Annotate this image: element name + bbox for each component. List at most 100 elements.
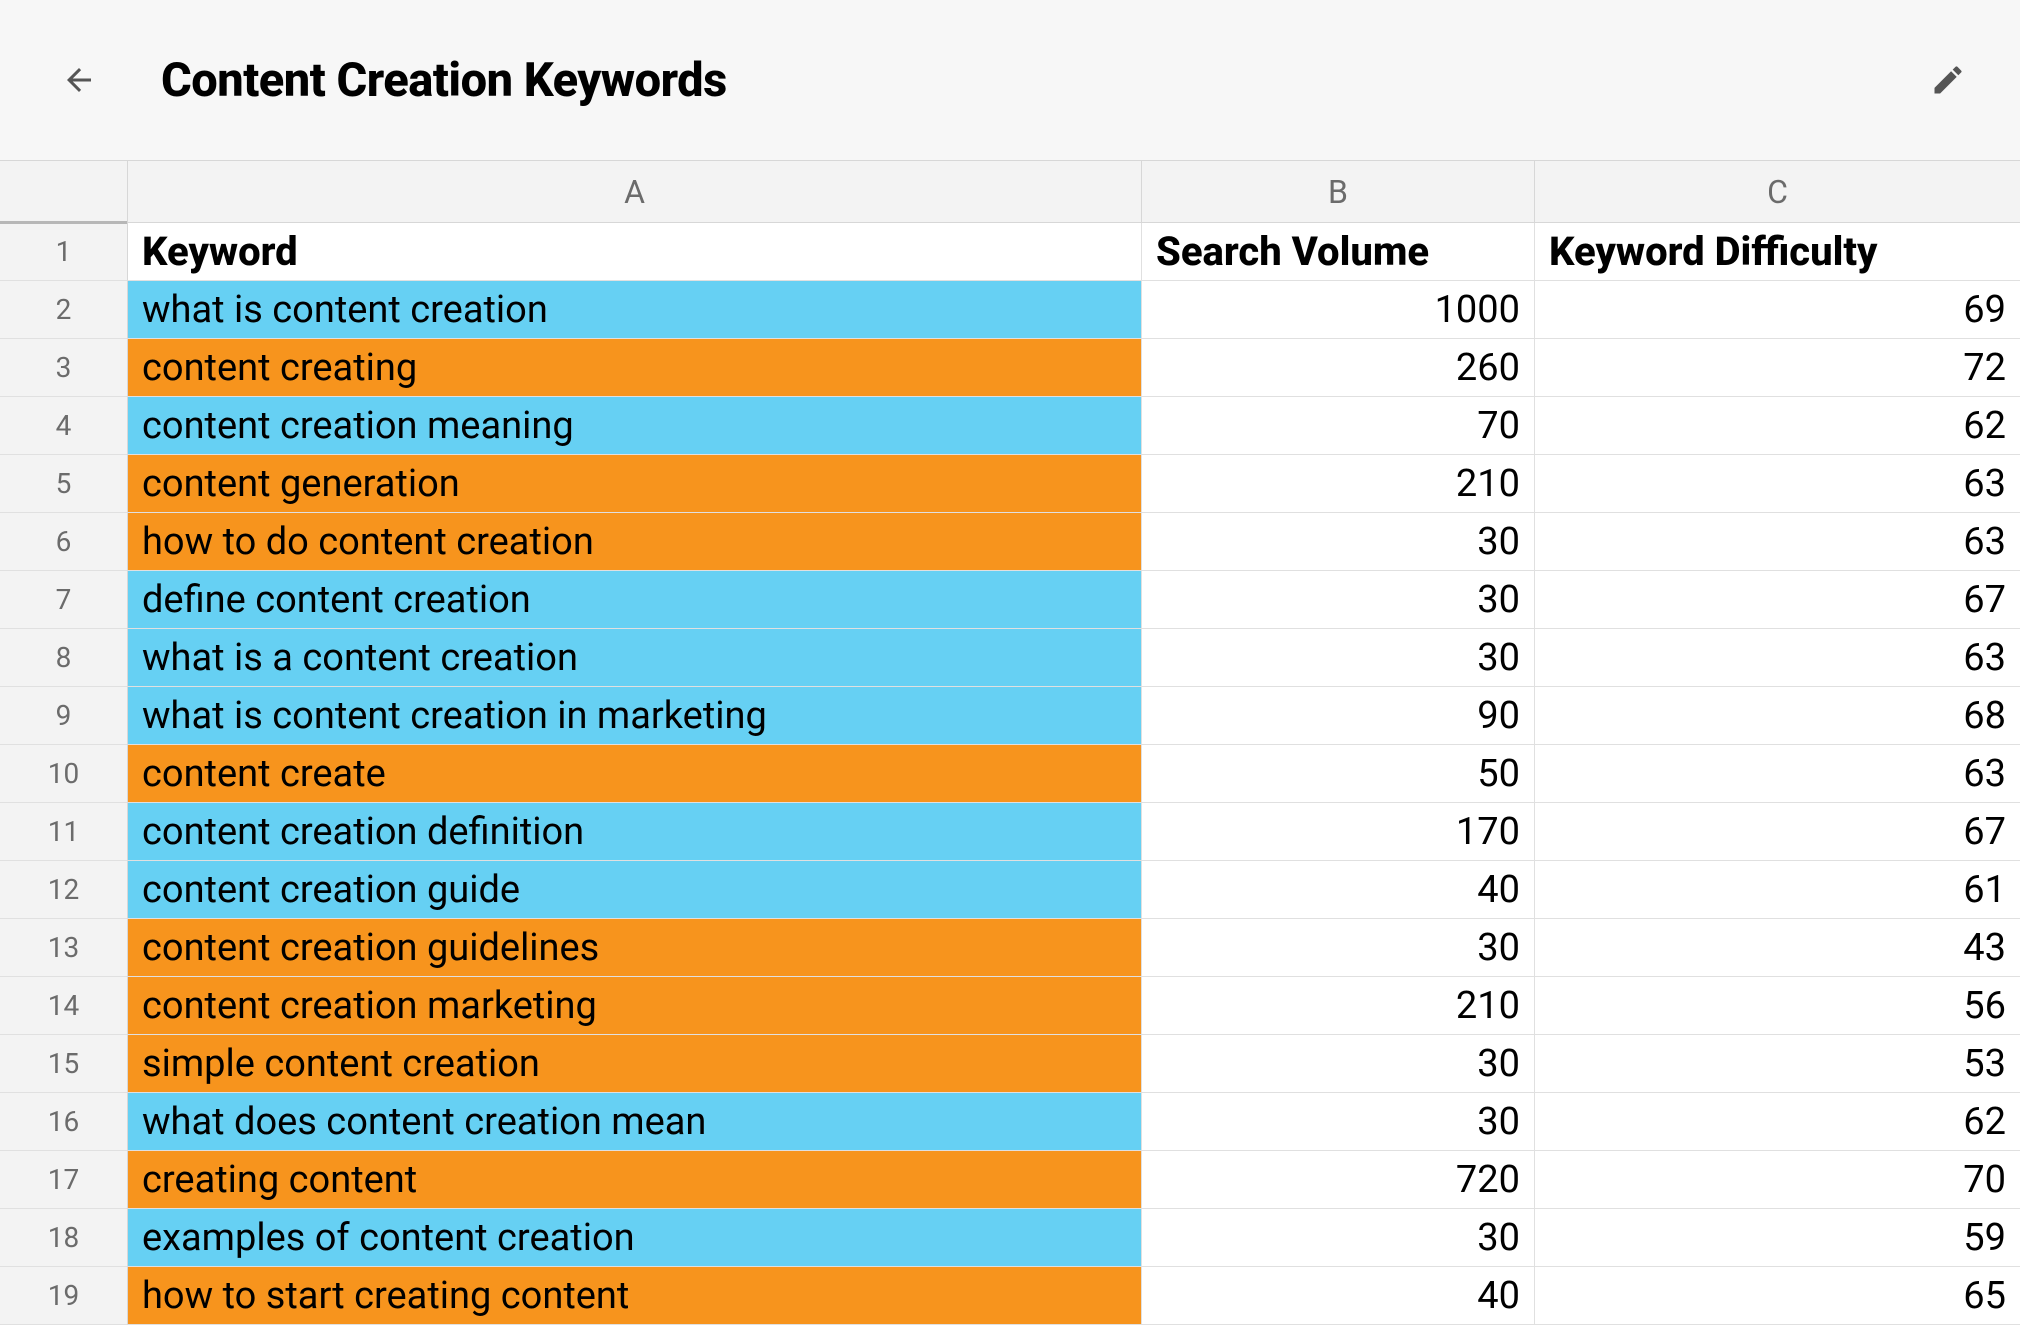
header-volume[interactable]: Search Volume <box>1142 223 1535 281</box>
row-number[interactable]: 12 <box>0 861 128 919</box>
cell-difficulty[interactable]: 65 <box>1535 1267 2020 1325</box>
cell-keyword[interactable]: what is content creation <box>128 281 1142 339</box>
row-number[interactable]: 13 <box>0 919 128 977</box>
cell-keyword[interactable]: examples of content creation <box>128 1209 1142 1267</box>
row-number[interactable]: 7 <box>0 571 128 629</box>
cell-difficulty[interactable]: 63 <box>1535 745 2020 803</box>
cell-volume[interactable]: 50 <box>1142 745 1535 803</box>
cell-keyword[interactable]: creating content <box>128 1151 1142 1209</box>
cell-keyword[interactable]: content create <box>128 745 1142 803</box>
table-row: 13content creation guidelines3043 <box>0 919 2020 977</box>
cell-keyword[interactable]: what is content creation in marketing <box>128 687 1142 745</box>
row-number[interactable]: 2 <box>0 281 128 339</box>
row-number[interactable]: 19 <box>0 1267 128 1325</box>
column-header-b[interactable]: B <box>1142 161 1535 223</box>
cell-volume[interactable]: 1000 <box>1142 281 1535 339</box>
table-row: 15simple content creation3053 <box>0 1035 2020 1093</box>
row-number[interactable]: 15 <box>0 1035 128 1093</box>
row-number[interactable]: 14 <box>0 977 128 1035</box>
table-row: 10content create5063 <box>0 745 2020 803</box>
pencil-icon <box>1930 62 1966 98</box>
corner-cell[interactable] <box>0 161 128 223</box>
cell-keyword[interactable]: what is a content creation <box>128 629 1142 687</box>
cell-volume[interactable]: 30 <box>1142 513 1535 571</box>
cell-keyword[interactable]: what does content creation mean <box>128 1093 1142 1151</box>
cell-volume[interactable]: 30 <box>1142 571 1535 629</box>
column-header-row: A B C <box>0 161 2020 223</box>
cell-volume[interactable]: 260 <box>1142 339 1535 397</box>
cell-difficulty[interactable]: 63 <box>1535 629 2020 687</box>
cell-volume[interactable]: 70 <box>1142 397 1535 455</box>
cell-keyword[interactable]: content creating <box>128 339 1142 397</box>
back-button[interactable] <box>55 56 103 104</box>
header-difficulty[interactable]: Keyword Difficulty <box>1535 223 2020 281</box>
cell-difficulty[interactable]: 69 <box>1535 281 2020 339</box>
cell-difficulty[interactable]: 72 <box>1535 339 2020 397</box>
row-number[interactable]: 18 <box>0 1209 128 1267</box>
cell-volume[interactable]: 40 <box>1142 861 1535 919</box>
header-keyword[interactable]: Keyword <box>128 223 1142 281</box>
cell-difficulty[interactable]: 70 <box>1535 1151 2020 1209</box>
column-header-c[interactable]: C <box>1535 161 2020 223</box>
table-row: 7define content creation3067 <box>0 571 2020 629</box>
cell-difficulty[interactable]: 56 <box>1535 977 2020 1035</box>
cell-difficulty[interactable]: 67 <box>1535 803 2020 861</box>
row-number[interactable]: 6 <box>0 513 128 571</box>
cell-difficulty[interactable]: 53 <box>1535 1035 2020 1093</box>
cell-difficulty[interactable]: 67 <box>1535 571 2020 629</box>
cell-volume[interactable]: 90 <box>1142 687 1535 745</box>
cell-difficulty[interactable]: 63 <box>1535 513 2020 571</box>
row-number[interactable]: 16 <box>0 1093 128 1151</box>
row-number[interactable]: 10 <box>0 745 128 803</box>
table-row: 12content creation guide4061 <box>0 861 2020 919</box>
row-number[interactable]: 9 <box>0 687 128 745</box>
cell-difficulty[interactable]: 62 <box>1535 397 2020 455</box>
spreadsheet[interactable]: A B C 1 Keyword Search Volume Keyword Di… <box>0 160 2020 1325</box>
row-number[interactable]: 4 <box>0 397 128 455</box>
cell-difficulty[interactable]: 59 <box>1535 1209 2020 1267</box>
table-row: 16what does content creation mean3062 <box>0 1093 2020 1151</box>
page-title: Content Creation Keywords <box>161 53 727 108</box>
cell-volume[interactable]: 720 <box>1142 1151 1535 1209</box>
cell-volume[interactable]: 30 <box>1142 919 1535 977</box>
cell-volume[interactable]: 210 <box>1142 455 1535 513</box>
header-row: 1 Keyword Search Volume Keyword Difficul… <box>0 223 2020 281</box>
edit-button[interactable] <box>1924 56 1972 104</box>
table-row: 8what is a content creation3063 <box>0 629 2020 687</box>
cell-volume[interactable]: 30 <box>1142 629 1535 687</box>
row-number[interactable]: 5 <box>0 455 128 513</box>
cell-keyword[interactable]: how to start creating content <box>128 1267 1142 1325</box>
cell-difficulty[interactable]: 61 <box>1535 861 2020 919</box>
arrow-left-icon <box>61 62 97 98</box>
cell-keyword[interactable]: define content creation <box>128 571 1142 629</box>
cell-volume[interactable]: 210 <box>1142 977 1535 1035</box>
cell-volume[interactable]: 30 <box>1142 1209 1535 1267</box>
cell-keyword[interactable]: content creation guide <box>128 861 1142 919</box>
column-header-a[interactable]: A <box>128 161 1142 223</box>
row-number[interactable]: 17 <box>0 1151 128 1209</box>
cell-keyword[interactable]: content creation guidelines <box>128 919 1142 977</box>
table-row: 3content creating26072 <box>0 339 2020 397</box>
cell-keyword[interactable]: content creation definition <box>128 803 1142 861</box>
cell-volume[interactable]: 40 <box>1142 1267 1535 1325</box>
cell-volume[interactable]: 30 <box>1142 1035 1535 1093</box>
row-number[interactable]: 3 <box>0 339 128 397</box>
cell-volume[interactable]: 30 <box>1142 1093 1535 1151</box>
table-row: 18examples of content creation3059 <box>0 1209 2020 1267</box>
cell-difficulty[interactable]: 63 <box>1535 455 2020 513</box>
row-number[interactable]: 8 <box>0 629 128 687</box>
table-row: 6how to do content creation3063 <box>0 513 2020 571</box>
cell-difficulty[interactable]: 68 <box>1535 687 2020 745</box>
cell-keyword[interactable]: content creation marketing <box>128 977 1142 1035</box>
cell-difficulty[interactable]: 43 <box>1535 919 2020 977</box>
row-number[interactable]: 1 <box>0 223 128 281</box>
cell-difficulty[interactable]: 62 <box>1535 1093 2020 1151</box>
table-row: 19how to start creating content4065 <box>0 1267 2020 1325</box>
cell-volume[interactable]: 170 <box>1142 803 1535 861</box>
cell-keyword[interactable]: content generation <box>128 455 1142 513</box>
cell-keyword[interactable]: simple content creation <box>128 1035 1142 1093</box>
table-row: 11content creation definition17067 <box>0 803 2020 861</box>
cell-keyword[interactable]: how to do content creation <box>128 513 1142 571</box>
row-number[interactable]: 11 <box>0 803 128 861</box>
cell-keyword[interactable]: content creation meaning <box>128 397 1142 455</box>
